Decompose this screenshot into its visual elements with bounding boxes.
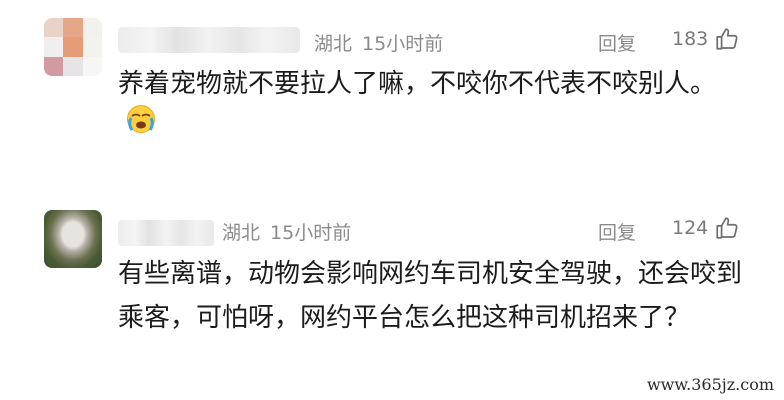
comment-meta: 湖北 15小时前 [222, 218, 351, 245]
comment-body: 有些离谱，动物会影响网约车司机安全驾驶，还会咬到乘客，可怕呀，网约平台怎么把这种… [118, 259, 743, 333]
time-label: 15小时前 [362, 33, 444, 55]
location-label: 湖北 [314, 33, 353, 55]
location-label: 湖北 [222, 222, 261, 244]
thumbs-up-icon [716, 28, 738, 50]
time-label: 15小时前 [270, 222, 352, 244]
comment-meta: 湖北 15小时前 [314, 29, 443, 56]
username-blurred[interactable] [118, 27, 300, 53]
crying-face-emoji [126, 104, 156, 148]
username-blurred[interactable] [118, 220, 214, 246]
comment-body: 养着宠物就不要拉人了嘛，不咬你不代表不咬别人。 [118, 69, 717, 99]
avatar-image [44, 210, 102, 268]
avatar[interactable] [44, 210, 102, 268]
like-count: 124 [672, 217, 709, 239]
site-watermark: www.365jz.com [646, 375, 774, 394]
like-count: 183 [672, 28, 709, 50]
avatar[interactable] [44, 18, 102, 76]
reply-button[interactable]: 回复 [598, 29, 636, 56]
like-button[interactable]: 183 [672, 26, 740, 52]
comment-text: 有些离谱，动物会影响网约车司机安全驾驶，还会咬到乘客，可怕呀，网约平台怎么把这种… [118, 252, 748, 340]
comment-text: 养着宠物就不要拉人了嘛，不咬你不代表不咬别人。 [118, 62, 748, 151]
avatar-mosaic [44, 18, 102, 76]
comment-list: 湖北 15小时前 回复 183 养着宠物就不要拉人了嘛，不咬你不代表不咬别人。 湖… [0, 0, 784, 400]
thumbs-up-icon [716, 217, 738, 239]
reply-button[interactable]: 回复 [598, 218, 636, 245]
like-button[interactable]: 124 [672, 215, 740, 241]
